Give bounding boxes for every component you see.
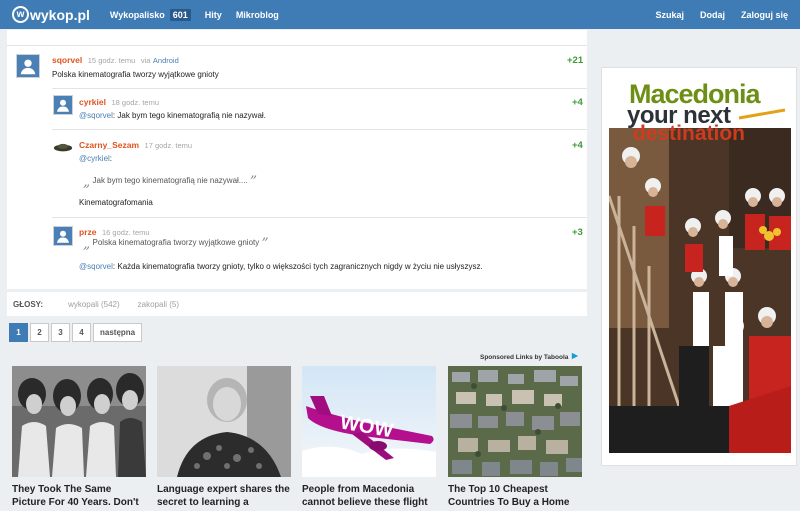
comment-text: @cyrkiel: [79, 154, 112, 163]
comment-via: via [140, 56, 151, 65]
default-avatar-icon [54, 96, 72, 114]
comment-divider [52, 88, 587, 89]
site-logo[interactable]: w wykop.pl [12, 6, 90, 23]
nav-login[interactable]: Zaloguj się [741, 10, 788, 20]
comment-body: : Każda kinematografia tworzy gnioty, ty… [112, 262, 483, 271]
sponsored-text: Sponsored Links by Taboola [480, 354, 569, 361]
next-page-button[interactable]: następna [93, 323, 143, 342]
mention-suffix: : [109, 154, 113, 163]
mention-link[interactable]: @sqorvel [79, 262, 113, 271]
comment-vote-count[interactable]: +21 [567, 55, 583, 66]
wow-airplane-image: WOW [302, 366, 436, 477]
sponsored-tile[interactable]: WOW People from Macedonia cannot believe… [302, 366, 436, 509]
comment-author[interactable]: Czarny_Sezam [79, 140, 139, 150]
tile-image [448, 366, 582, 477]
quote-text: Jak bym tego kinematografią nie nazywał.… [92, 176, 248, 185]
comment-meta: cyrkiel 18 godz. temu [79, 97, 159, 107]
comments-top-divider [7, 30, 587, 46]
nav-mikroblog[interactable]: Mikroblog [236, 10, 279, 20]
votes-label: GŁOSY: [13, 299, 44, 309]
page-4-button[interactable]: 4 [72, 323, 91, 342]
avatar-czarny-sezam[interactable] [53, 138, 73, 158]
comment-time[interactable]: 15 godz. temu [88, 56, 136, 65]
tile-image [12, 366, 146, 477]
logo-icon: w [12, 6, 29, 23]
comment-divider [52, 217, 587, 218]
avatar-cyrkiel[interactable] [53, 95, 73, 115]
sponsored-tile[interactable]: Language expert shares the secret to lea… [157, 366, 291, 509]
sponsored-links-label[interactable]: Sponsored Links by Taboola [480, 352, 579, 361]
comment-meta: Czarny_Sezam 17 godz. temu [79, 140, 192, 150]
tile-title[interactable]: The Top 10 Cheapest Countries To Buy a H… [448, 483, 582, 509]
pagination: 1 2 3 4 następna [9, 323, 144, 342]
tile-title[interactable]: They Took The Same Picture For 40 Years.… [12, 483, 146, 509]
comment-text: @sqorvel: Jak bym tego kinematografią ni… [79, 111, 266, 120]
wykopalisko-count-badge: 601 [169, 8, 191, 21]
sponsored-tile[interactable]: The Top 10 Cheapest Countries To Buy a H… [448, 366, 582, 509]
advertisement-banner[interactable]: Macedonia your next destination [601, 67, 797, 466]
sponsored-tile[interactable]: They Took The Same Picture For 40 Years.… [12, 366, 146, 509]
comment-text: Polska kinematografia tworzy wyjątkowe g… [52, 70, 219, 79]
page-3-button[interactable]: 3 [51, 323, 70, 342]
comment-author[interactable]: cyrkiel [79, 97, 106, 107]
comment-meta: sqorvel 15 godz. temu via Android [52, 55, 179, 65]
mention-link[interactable]: @sqorvel [79, 111, 113, 120]
avatar-prze[interactable] [53, 226, 73, 246]
comment-quote: „ Polska kinematografia tworzy wyjątkowe… [83, 236, 269, 252]
comment-author[interactable]: sqorvel [52, 55, 82, 65]
comment-text: @sqorvel: Każda kinematografia tworzy gn… [79, 262, 483, 271]
comment-body: : Jak bym tego kinematografią nie nazywa… [112, 111, 266, 120]
votes-summary-bar: GŁOSY: wykopali (542) zakopali (5) [7, 292, 587, 316]
downvoters-link[interactable]: zakopali (5) [138, 300, 179, 309]
page-2-button[interactable]: 2 [30, 323, 49, 342]
upvoters-link[interactable]: wykopali (542) [68, 300, 120, 309]
default-avatar-icon [17, 55, 39, 77]
language-expert-image [157, 366, 291, 477]
default-avatar-icon [54, 227, 72, 245]
quote-close-icon: ” [261, 236, 269, 252]
quote-text: Polska kinematografia tworzy wyjątkowe g… [92, 238, 260, 247]
nav-wykopalisko-label: Wykopalisko [109, 9, 165, 20]
taboola-icon [571, 352, 579, 360]
macedonia-ad-image: Macedonia your next destination [609, 76, 791, 453]
comment-divider [52, 129, 587, 130]
tile-image [157, 366, 291, 477]
avatar-sqorvel[interactable] [16, 54, 40, 78]
comment-time[interactable]: 18 godz. temu [111, 98, 159, 107]
tile-title[interactable]: People from Macedonia cannot believe the… [302, 483, 436, 509]
mention-link[interactable]: @cyrkiel [79, 154, 110, 163]
comment-source-link[interactable]: Android [153, 56, 179, 65]
nav-search[interactable]: Szukaj [655, 10, 684, 20]
page-1-button[interactable]: 1 [9, 323, 28, 342]
comment-text: Kinematografomania [79, 198, 153, 207]
quote-close-icon: ” [249, 174, 258, 190]
houses-aerial-image [448, 366, 582, 477]
ad-headline-destination: destination [633, 122, 746, 145]
tile-title[interactable]: Language expert shares the secret to lea… [157, 483, 291, 509]
comment-time[interactable]: 17 godz. temu [145, 141, 193, 150]
quote-open-icon: „ [83, 236, 91, 252]
logo-text: wykop.pl [30, 6, 90, 23]
comment-vote-count[interactable]: +3 [572, 227, 583, 238]
comment-vote-count[interactable]: +4 [572, 97, 583, 108]
quote-open-icon: „ [83, 174, 91, 190]
sesame-avatar-icon [53, 143, 73, 152]
nav-hity[interactable]: Hity [205, 10, 222, 20]
nav-add[interactable]: Dodaj [700, 10, 725, 20]
comment-quote: „ Jak bym tego kinematografią nie nazywa… [83, 174, 257, 190]
nav-wykopalisko[interactable]: Wykopalisko 601 [109, 8, 191, 21]
comments-section: sqorvel 15 godz. temu via Android +21 Po… [7, 30, 587, 289]
comment-vote-count[interactable]: +4 [572, 140, 583, 151]
top-navigation-bar: w wykop.pl Wykopalisko 601 Hity Mikroblo… [0, 0, 800, 29]
tile-image: WOW [302, 366, 436, 477]
women-portrait-image [12, 366, 146, 477]
